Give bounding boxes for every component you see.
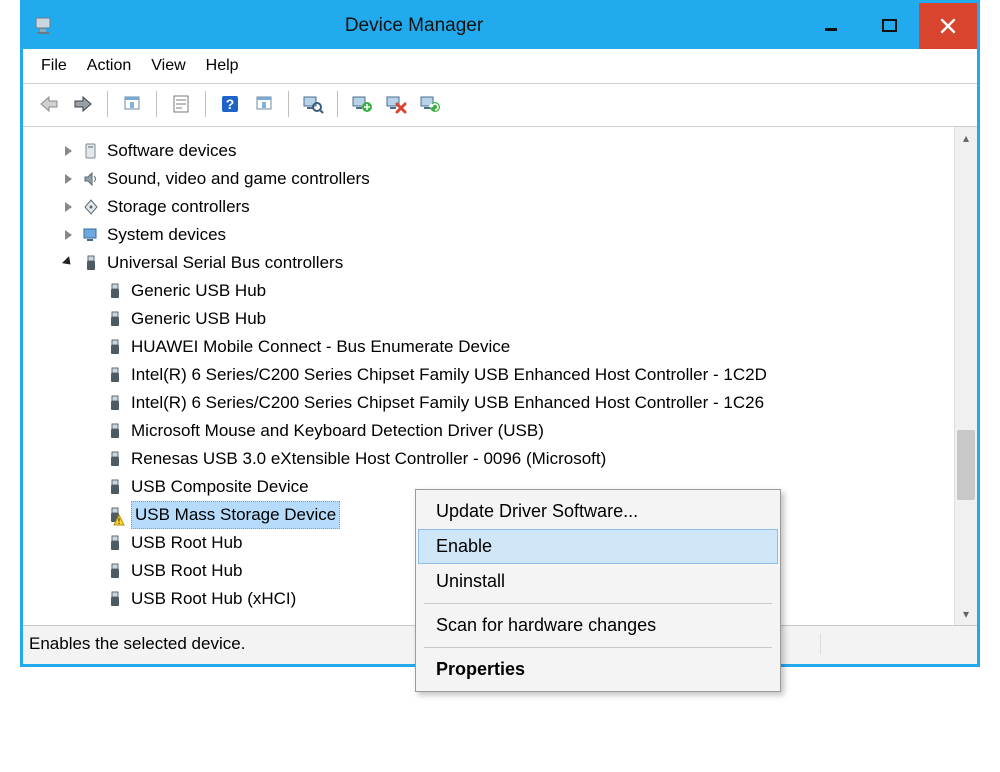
back-button[interactable]: [35, 90, 63, 118]
usb-device-icon: [105, 561, 125, 581]
scroll-track[interactable]: [955, 149, 977, 603]
disable-device-button[interactable]: [382, 90, 410, 118]
vertical-scrollbar[interactable]: ▴ ▾: [954, 127, 977, 625]
context-separator: [424, 647, 772, 648]
toolbar-separator: [156, 91, 157, 117]
tree-label: Microsoft Mouse and Keyboard Detection D…: [131, 418, 544, 444]
expander-icon[interactable]: [61, 228, 75, 242]
refresh-button[interactable]: [250, 90, 278, 118]
scan-hardware-button[interactable]: [299, 90, 327, 118]
menu-bar: File Action View Help: [23, 49, 977, 84]
tree-label: Storage controllers: [107, 194, 250, 220]
toolbar-separator: [337, 91, 338, 117]
context-menu: Update Driver Software... Enable Uninsta…: [415, 489, 781, 692]
expander-icon[interactable]: [61, 172, 75, 186]
usb-device-icon: [105, 281, 125, 301]
window-title: Device Manager: [25, 15, 803, 37]
tree-label: Generic USB Hub: [131, 306, 266, 332]
menu-action[interactable]: Action: [87, 57, 131, 75]
storage-controllers-icon: [81, 197, 101, 217]
toolbar-separator: [205, 91, 206, 117]
usb-device-icon: [105, 533, 125, 553]
minimize-button[interactable]: [803, 3, 861, 49]
tree-category[interactable]: Sound, video and game controllers: [33, 165, 948, 193]
tree-label: HUAWEI Mobile Connect - Bus Enumerate De…: [131, 334, 510, 360]
toolbar-separator: [107, 91, 108, 117]
show-hidden-button[interactable]: [118, 90, 146, 118]
expander-icon[interactable]: [61, 200, 75, 214]
software-devices-icon: [81, 141, 101, 161]
system-devices-icon: [81, 225, 101, 245]
usb-device-icon: [105, 393, 125, 413]
tree-category[interactable]: Storage controllers: [33, 193, 948, 221]
tree-label: System devices: [107, 222, 226, 248]
usb-device-icon: [105, 477, 125, 497]
expander-icon[interactable]: [61, 144, 75, 158]
tree-category[interactable]: Software devices: [33, 137, 948, 165]
tree-label: Generic USB Hub: [131, 278, 266, 304]
usb-device-icon: [105, 589, 125, 609]
usb-device-icon: [105, 449, 125, 469]
tree-item[interactable]: Generic USB Hub: [33, 305, 948, 333]
tree-label: Intel(R) 6 Series/C200 Series Chipset Fa…: [131, 362, 767, 388]
scroll-up-icon[interactable]: ▴: [955, 127, 977, 149]
context-enable[interactable]: Enable: [418, 529, 778, 564]
tree-label: USB Composite Device: [131, 474, 309, 500]
device-manager-window: Device Manager File Action View Help: [20, 0, 980, 667]
svg-text:?: ?: [226, 96, 235, 112]
uninstall-device-button[interactable]: [416, 90, 444, 118]
usb-device-icon: [105, 365, 125, 385]
close-button[interactable]: [919, 3, 977, 49]
update-driver-button[interactable]: [348, 90, 376, 118]
tree-item[interactable]: Microsoft Mouse and Keyboard Detection D…: [33, 417, 948, 445]
content-pane: Software devices Sound, video and game c…: [23, 127, 977, 625]
toolbar-separator: [288, 91, 289, 117]
scroll-down-icon[interactable]: ▾: [955, 603, 977, 625]
properties-button[interactable]: [167, 90, 195, 118]
usb-controllers-icon: [81, 253, 101, 273]
sound-devices-icon: [81, 169, 101, 189]
expander-icon[interactable]: [61, 256, 75, 270]
context-update-driver[interactable]: Update Driver Software...: [418, 494, 778, 529]
tree-label: Renesas USB 3.0 eXtensible Host Controll…: [131, 446, 606, 472]
title-bar: Device Manager: [23, 3, 977, 49]
tree-item[interactable]: Generic USB Hub: [33, 277, 948, 305]
usb-device-icon: [105, 421, 125, 441]
context-scan[interactable]: Scan for hardware changes: [418, 608, 778, 643]
menu-file[interactable]: File: [41, 57, 67, 75]
window-controls: [803, 3, 977, 49]
tree-item[interactable]: Intel(R) 6 Series/C200 Series Chipset Fa…: [33, 389, 948, 417]
tree-label: USB Root Hub: [131, 558, 243, 584]
tree-item[interactable]: Renesas USB 3.0 eXtensible Host Controll…: [33, 445, 948, 473]
maximize-button[interactable]: [861, 3, 919, 49]
tree-label: USB Root Hub: [131, 530, 243, 556]
tree-category[interactable]: Universal Serial Bus controllers: [33, 249, 948, 277]
tree-label: Universal Serial Bus controllers: [107, 250, 343, 276]
usb-device-icon: [105, 309, 125, 329]
menu-help[interactable]: Help: [206, 57, 239, 75]
tree-label: Sound, video and game controllers: [107, 166, 370, 192]
forward-button[interactable]: [69, 90, 97, 118]
tree-label: Software devices: [107, 138, 236, 164]
tree-item[interactable]: Intel(R) 6 Series/C200 Series Chipset Fa…: [33, 361, 948, 389]
context-properties[interactable]: Properties: [418, 652, 778, 687]
tree-label: USB Mass Storage Device: [131, 501, 340, 529]
help-button[interactable]: ?: [216, 90, 244, 118]
usb-device-icon: [105, 337, 125, 357]
context-uninstall[interactable]: Uninstall: [418, 564, 778, 599]
tool-bar: ?: [23, 84, 977, 127]
status-pad: [820, 634, 971, 654]
tree-label: USB Root Hub (xHCI): [131, 586, 296, 612]
scroll-thumb[interactable]: [957, 430, 975, 500]
usb-device-warning-icon: [105, 505, 125, 525]
tree-item[interactable]: HUAWEI Mobile Connect - Bus Enumerate De…: [33, 333, 948, 361]
tree-category[interactable]: System devices: [33, 221, 948, 249]
tree-label: Intel(R) 6 Series/C200 Series Chipset Fa…: [131, 390, 764, 416]
context-separator: [424, 603, 772, 604]
menu-view[interactable]: View: [151, 57, 185, 75]
